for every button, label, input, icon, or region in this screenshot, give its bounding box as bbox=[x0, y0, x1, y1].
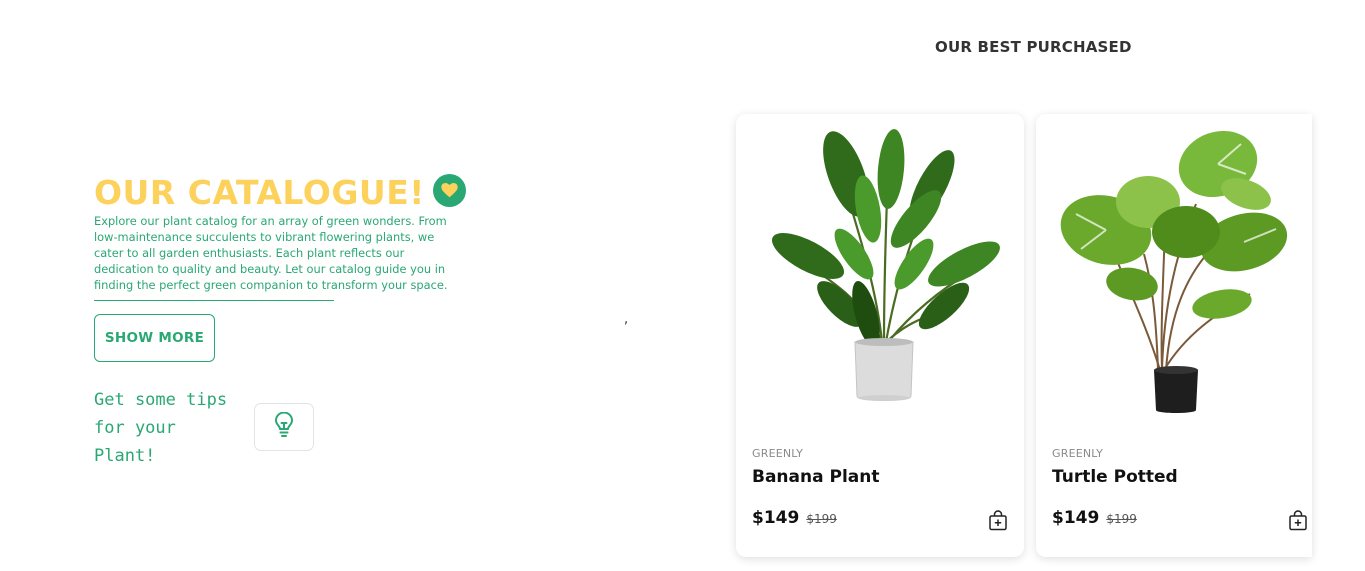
catalogue-title-row: OUR CATALOGUE! bbox=[94, 172, 474, 212]
show-more-button[interactable]: SHOW MORE bbox=[94, 314, 215, 362]
tips-line: Plant! bbox=[94, 446, 156, 466]
product-card[interactable]: GREENLY Turtle Potted $149 $199 bbox=[1036, 114, 1312, 557]
heart-icon bbox=[432, 173, 466, 207]
catalogue-section: OUR CATALOGUE! Explore our plant catalog… bbox=[94, 172, 474, 362]
price-row: $149 $199 bbox=[1052, 508, 1137, 528]
add-to-bag-icon[interactable] bbox=[1288, 510, 1308, 531]
product-old-price: $199 bbox=[806, 512, 837, 526]
turtle-potted-image bbox=[1060, 130, 1288, 413]
tips-line: Get some tips bbox=[94, 390, 228, 410]
catalogue-title: OUR CATALOGUE! bbox=[94, 172, 425, 212]
tips-button[interactable] bbox=[254, 403, 314, 451]
catalogue-description: Explore our plant catalog for an array o… bbox=[94, 214, 448, 292]
add-to-bag-icon[interactable] bbox=[988, 510, 1008, 531]
lightbulb-icon bbox=[273, 411, 295, 442]
best-purchased-title: OUR BEST PURCHASED bbox=[935, 38, 1132, 56]
product-brand: GREENLY bbox=[752, 447, 804, 460]
divider bbox=[94, 300, 334, 301]
product-old-price: $199 bbox=[1106, 512, 1137, 526]
product-name[interactable]: Turtle Potted bbox=[1052, 467, 1178, 487]
tips-text: Get some tips for your Plant! bbox=[94, 386, 254, 470]
product-card[interactable]: GREENLY Banana Plant $149 $199 bbox=[736, 114, 1024, 557]
product-price: $149 bbox=[1052, 508, 1100, 528]
price-row: $149 $199 bbox=[752, 508, 837, 528]
tips-line: for your bbox=[94, 418, 176, 438]
product-price: $149 bbox=[752, 508, 800, 528]
product-brand: GREENLY bbox=[1052, 447, 1104, 460]
banana-plant-image bbox=[771, 129, 1000, 401]
stray-comma: , bbox=[624, 312, 629, 327]
product-name[interactable]: Banana Plant bbox=[752, 467, 879, 487]
